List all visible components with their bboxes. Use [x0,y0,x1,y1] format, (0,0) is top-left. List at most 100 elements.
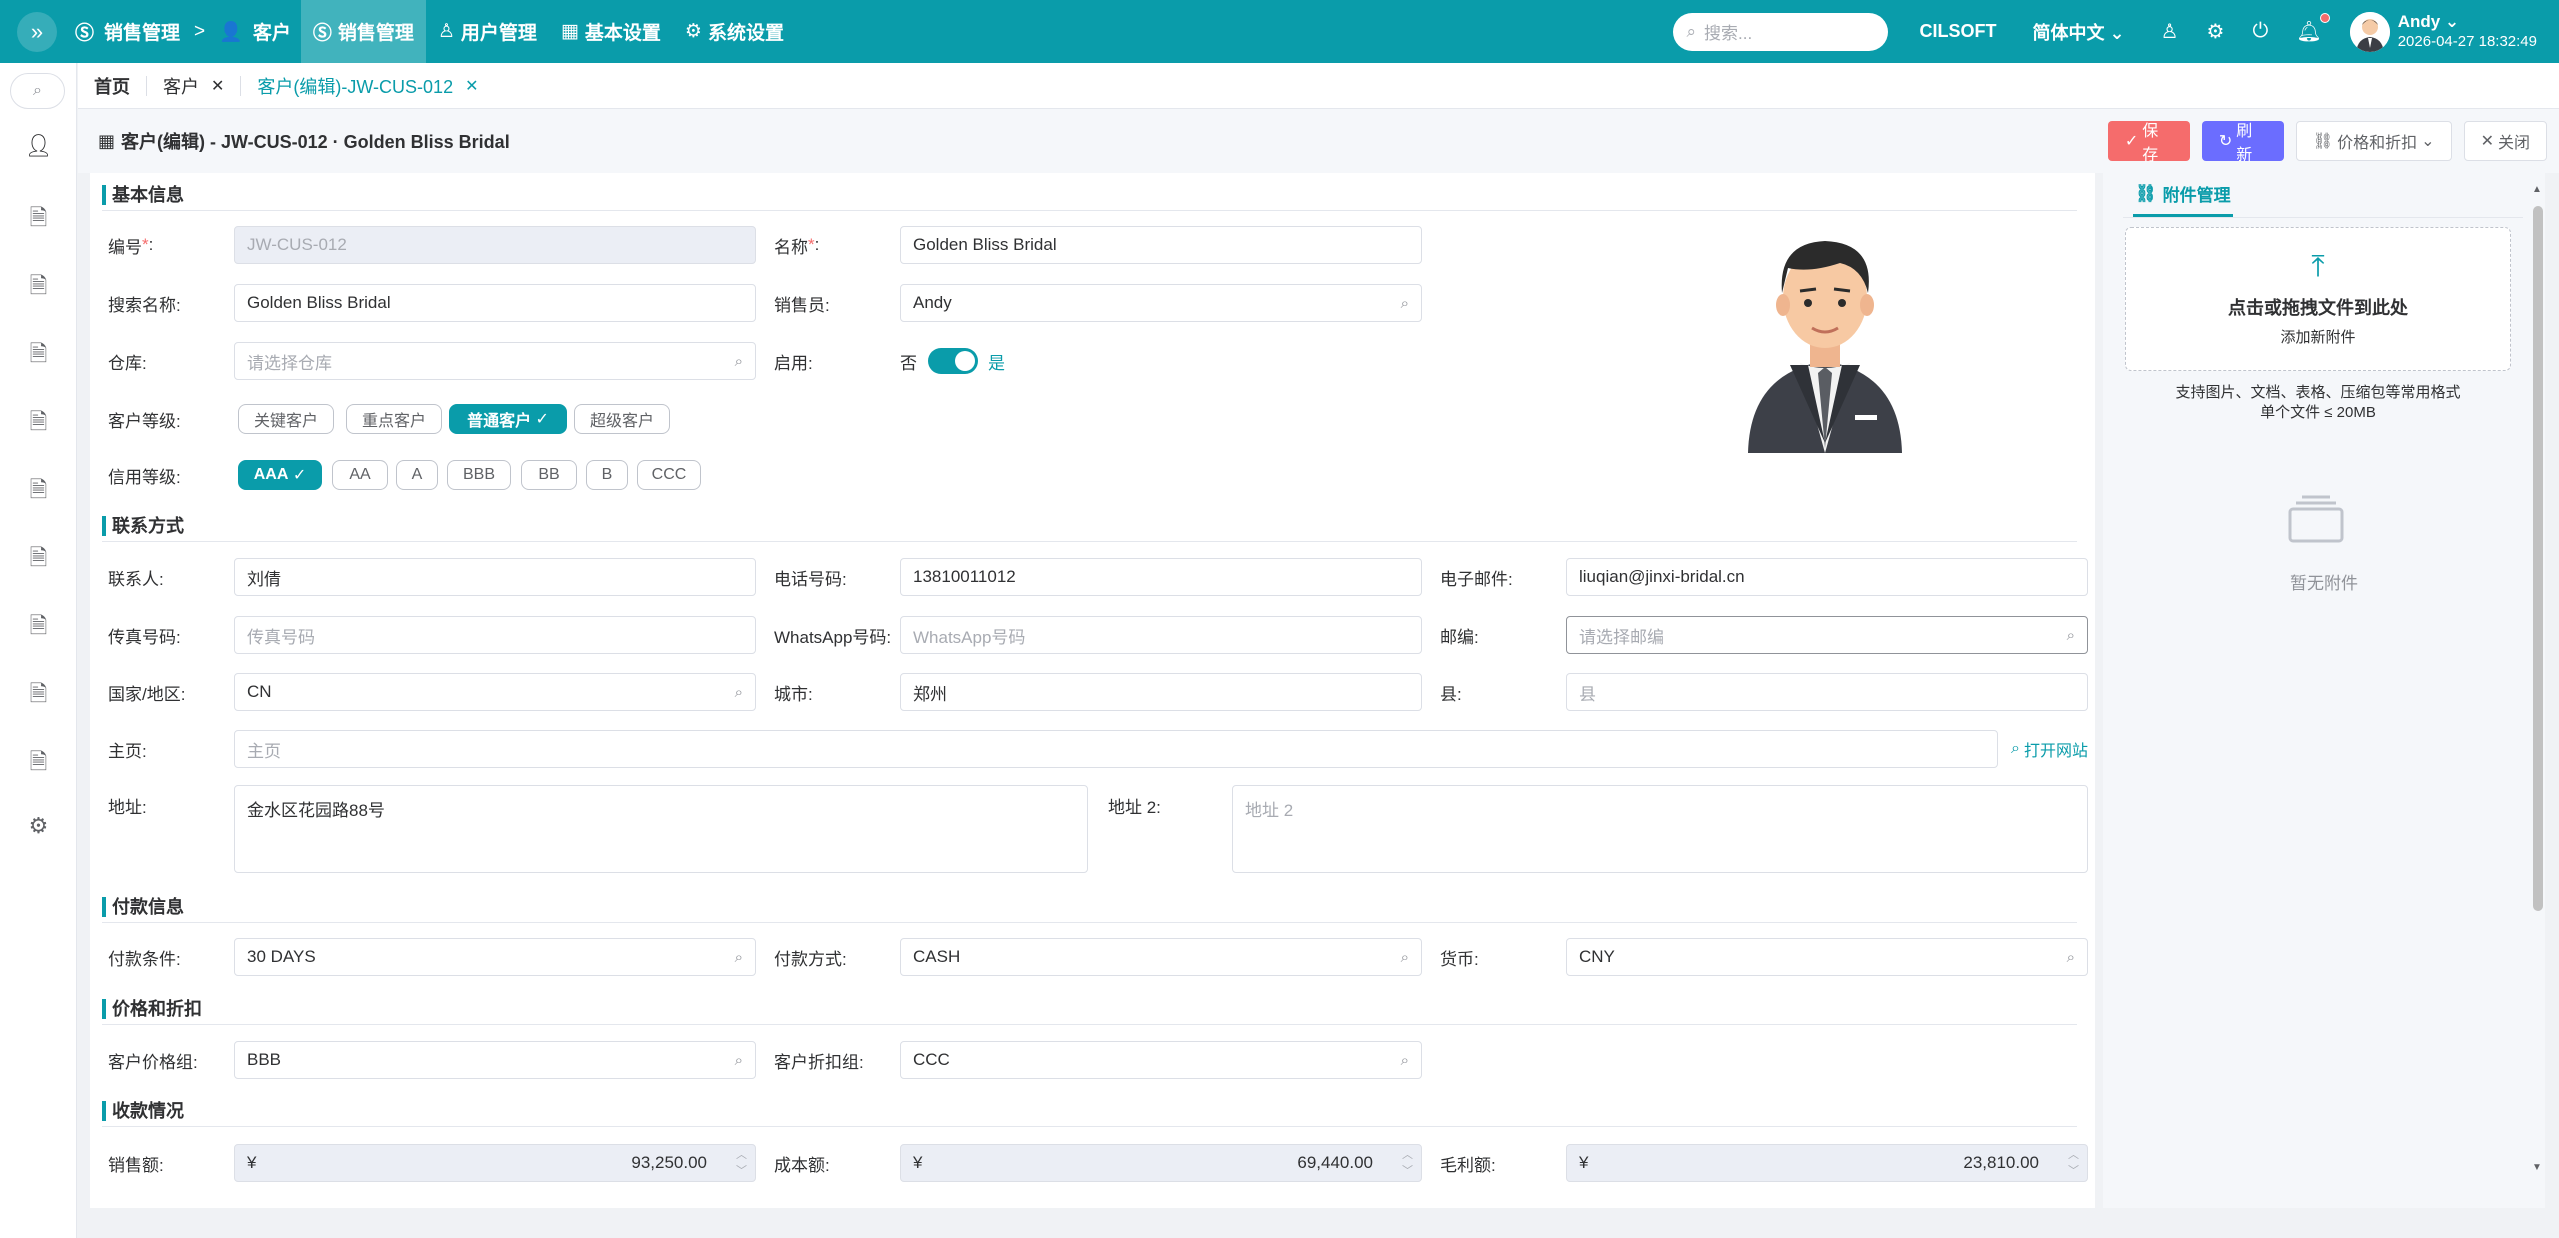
customer-photo [1748,241,1902,453]
credit-level-aa[interactable]: AA [332,460,388,490]
price-group-select[interactable]: BBB ⌕ [234,1041,756,1079]
code-input[interactable]: JW-CUS-012 [234,226,756,264]
bell-icon[interactable]: 🔔︎ [2296,13,2330,44]
stepper-icon[interactable]: ︿ ﹀ [736,1147,747,1179]
nav-basic-settings[interactable]: ▦ 基本设置 [549,0,673,63]
credit-level-a[interactable]: A [396,460,438,490]
search-icon: ⌕ [1400,1051,1409,1069]
document-icon[interactable]: 🗎 [0,745,77,783]
price-discount-button[interactable]: ⛓ 价格和折扣 ⌄ [2295,121,2452,161]
email-input[interactable]: liuqian@jinxi-bridal.cn [1566,558,2088,596]
tab-attachments[interactable]: ⛓ 附件管理 [2133,173,2233,217]
close-button[interactable]: ✕ 关闭 [2463,121,2547,161]
fax-input[interactable]: 传真号码 [234,616,756,654]
scroll-thumb[interactable] [2533,206,2543,911]
zip-select[interactable]: 请选择邮编 ⌕ [1566,616,2088,654]
scroll-down-icon[interactable]: ▼ [2532,1162,2542,1173]
zip-label: 邮编: [1440,627,1479,647]
pay-method-select[interactable]: CASH ⌕ [900,938,1422,976]
section-basic-title: 基本信息 [102,177,2077,211]
notification-dot [2319,13,2330,23]
tab-home[interactable]: 首页 [78,63,146,109]
nav-sales[interactable]: Ⓢ 销售管理 [300,0,426,63]
panel-scrollbar[interactable]: ▲ ▼ [2529,182,2545,1182]
document-icon[interactable]: 🗎 [0,541,77,579]
customer-level-important[interactable]: 重点客户 [346,404,442,434]
paperclip-icon: ⛓ [2135,183,2157,203]
warehouse-select[interactable]: 请选择仓库 ⌕ [234,342,756,380]
settings-icon[interactable]: ⚙ [2207,19,2225,44]
county-input[interactable]: 县 [1566,673,2088,711]
address-textarea[interactable]: 金水区花园路88号 [234,785,1088,873]
search-icon: ⌕ [734,352,743,370]
document-icon[interactable]: 🗎 [0,269,77,307]
phone-input[interactable]: 13810011012 [900,558,1422,596]
address2-textarea[interactable]: 地址 2 [1232,785,2088,873]
sidebar-search-icon[interactable]: ⌕ [10,73,65,109]
document-icon[interactable]: 🗎 [0,473,77,511]
customer-level-key[interactable]: 关键客户 [238,404,334,434]
scroll-up-icon[interactable]: ▲ [2532,184,2542,195]
city-input[interactable]: 郑州 [900,673,1422,711]
nav-system-settings[interactable]: ⚙ 系统设置 [673,0,796,63]
tab-customer-edit[interactable]: 客户(编辑)-JW-CUS-012 ✕ [241,63,494,109]
price-group-label: 客户价格组: [108,1052,198,1072]
close-icon[interactable]: ✕ [211,76,224,96]
section-contact-title: 联系方式 [102,508,2077,542]
pay-terms-select[interactable]: 30 DAYS ⌕ [234,938,756,976]
global-search-input[interactable]: ⌕ 搜索... [1672,12,1888,51]
stepper-icon[interactable]: ︿ ﹀ [2068,1147,2079,1179]
expand-sidebar-icon[interactable]: » [17,11,57,52]
power-icon[interactable]: ⏻ [2252,20,2268,43]
credit-level-b[interactable]: B [586,460,628,490]
sales-label: 销售额: [108,1155,164,1175]
contact-input[interactable]: 刘倩 [234,558,756,596]
nav-users[interactable]: ♙ 用户管理 [426,0,549,63]
code-label: 编号 *: [108,235,154,257]
phone-label: 电话号码: [774,569,847,589]
homepage-input[interactable]: 主页 [234,730,1998,768]
document-icon[interactable]: 🗎 [0,337,77,375]
upload-dropzone[interactable]: ⤒ 点击或拖拽文件到此处 添加新附件 [2125,227,2511,371]
whatsapp-input[interactable]: WhatsApp号码 [900,616,1422,654]
name-input[interactable]: Golden Bliss Bridal [900,226,1422,264]
tab-customer[interactable]: 客户 ✕ [147,63,240,109]
credit-level-bbb[interactable]: BBB [447,460,511,490]
user-menu[interactable]: Andy ⌄ 2026-04-27 18:32:49 [2349,11,2537,52]
enabled-toggle[interactable] [928,348,978,374]
stepper-icon[interactable]: ︿ ﹀ [1402,1147,1413,1179]
language-select[interactable]: 简体中文 ⌄ [2033,19,2125,45]
country-select[interactable]: CN ⌕ [234,673,756,711]
gear-icon[interactable]: ⚙ [0,813,77,839]
open-website-link[interactable]: ⌕ 打开网站 [2011,730,2088,768]
profile-icon[interactable]: ♙ [2161,19,2179,44]
cost-amount-input[interactable]: ¥69,440.00 ︿ ﹀ [900,1144,1422,1182]
search-icon: ⌕ [734,683,743,701]
customer-icon[interactable]: 👤︎ [0,133,77,159]
credit-level-aaa[interactable]: AAA ✓ [238,460,322,490]
currency-label: 货币: [1440,949,1479,969]
save-button[interactable]: ✓ 保存 [2107,121,2190,164]
currency-select[interactable]: CNY ⌕ [1566,938,2088,976]
credit-level-bb[interactable]: BB [521,460,577,490]
breadcrumb-root[interactable]: 销售管理 [104,18,180,45]
search-icon: ⌕ [1400,948,1409,966]
salesman-select[interactable]: Andy ⌕ [900,284,1422,322]
customer-level-normal[interactable]: 普通客户 ✓ [449,404,567,434]
credit-level-ccc[interactable]: CCC [637,460,701,490]
gross-amount-input[interactable]: ¥23,810.00 ︿ ﹀ [1566,1144,2088,1182]
salesman-label: 销售员: [774,295,830,315]
document-icon[interactable]: 🗎 [0,201,77,239]
search-name-input[interactable]: Golden Bliss Bridal [234,284,756,322]
document-icon[interactable]: 🗎 [0,677,77,715]
document-icon[interactable]: 🗎 [0,405,77,443]
refresh-button[interactable]: ↻ 刷新 [2201,121,2284,164]
sales-amount-input[interactable]: ¥93,250.00 ︿ ﹀ [234,1144,756,1182]
close-icon[interactable]: ✕ [465,76,478,96]
discount-group-select[interactable]: CCC ⌕ [900,1041,1422,1079]
gear-icon: ⚙ [684,21,702,42]
city-label: 城市: [774,684,813,704]
customer-level-super[interactable]: 超级客户 [574,404,670,434]
document-icon[interactable]: 🗎 [0,609,77,647]
search-icon: ⌕ [2011,740,2020,757]
